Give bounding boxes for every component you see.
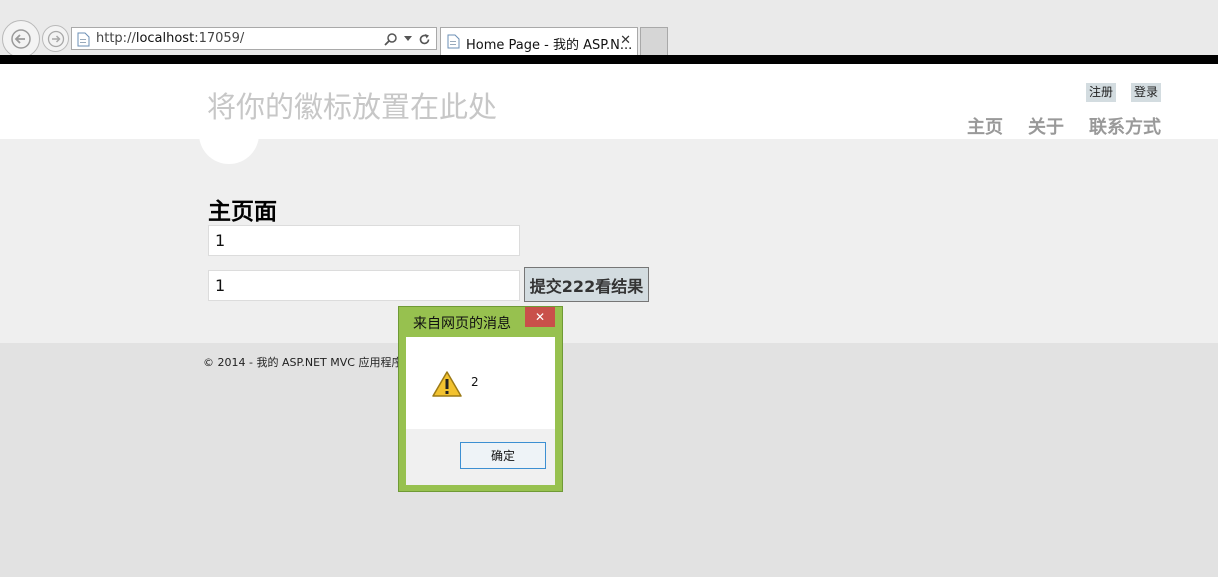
content-area bbox=[0, 139, 1218, 343]
browser-chrome: http://localhost:17059/ Home Page - 我的 A… bbox=[0, 0, 1218, 58]
address-bar[interactable]: http://localhost:17059/ bbox=[71, 27, 437, 50]
warning-icon bbox=[432, 371, 462, 397]
back-button[interactable] bbox=[2, 20, 40, 58]
nav-contact[interactable]: 联系方式 bbox=[1089, 113, 1161, 139]
dialog-content: 2 bbox=[406, 337, 555, 429]
browser-tab-home[interactable]: Home Page - 我的 ASP.N... ✕ bbox=[440, 27, 638, 55]
forward-arrow-icon bbox=[47, 30, 64, 47]
tab-page-icon bbox=[447, 34, 460, 49]
refresh-icon[interactable] bbox=[418, 33, 431, 46]
address-url: http://localhost:17059/ bbox=[96, 31, 245, 46]
footer-copyright: © 2014 - 我的 ASP.NET MVC 应用程序 bbox=[203, 356, 403, 369]
forward-button[interactable] bbox=[42, 25, 69, 52]
alert-dialog: 来自网页的消息 ✕ 2 确定 bbox=[398, 306, 563, 492]
page-icon bbox=[77, 32, 90, 47]
dialog-footer: 确定 bbox=[406, 429, 555, 485]
nav-about[interactable]: 关于 bbox=[1028, 113, 1064, 139]
command-bar bbox=[0, 55, 1218, 64]
register-link[interactable]: 注册 bbox=[1086, 83, 1117, 102]
input-field-2[interactable]: 1 bbox=[208, 270, 520, 301]
page-heading: 主页面 bbox=[208, 199, 277, 225]
dialog-title: 来自网页的消息 bbox=[413, 316, 511, 332]
search-icon[interactable] bbox=[384, 32, 398, 46]
submit-button[interactable]: 提交222看结果 bbox=[524, 267, 649, 302]
dialog-message: 2 bbox=[471, 375, 479, 389]
nav-home[interactable]: 主页 bbox=[967, 113, 1003, 139]
site-title[interactable]: 将你的徽标放置在此处 bbox=[207, 84, 497, 126]
tab-close-icon[interactable]: ✕ bbox=[620, 33, 631, 48]
login-link[interactable]: 登录 bbox=[1131, 83, 1162, 102]
tab-title: Home Page - 我的 ASP.N... bbox=[466, 38, 633, 53]
dialog-close-button[interactable]: ✕ bbox=[525, 307, 555, 327]
dropdown-arrow-icon[interactable] bbox=[404, 36, 412, 42]
new-tab-button[interactable] bbox=[640, 27, 668, 55]
ok-button[interactable]: 确定 bbox=[460, 442, 546, 469]
back-arrow-icon bbox=[11, 29, 31, 49]
input-field-1[interactable]: 1 bbox=[208, 225, 520, 256]
